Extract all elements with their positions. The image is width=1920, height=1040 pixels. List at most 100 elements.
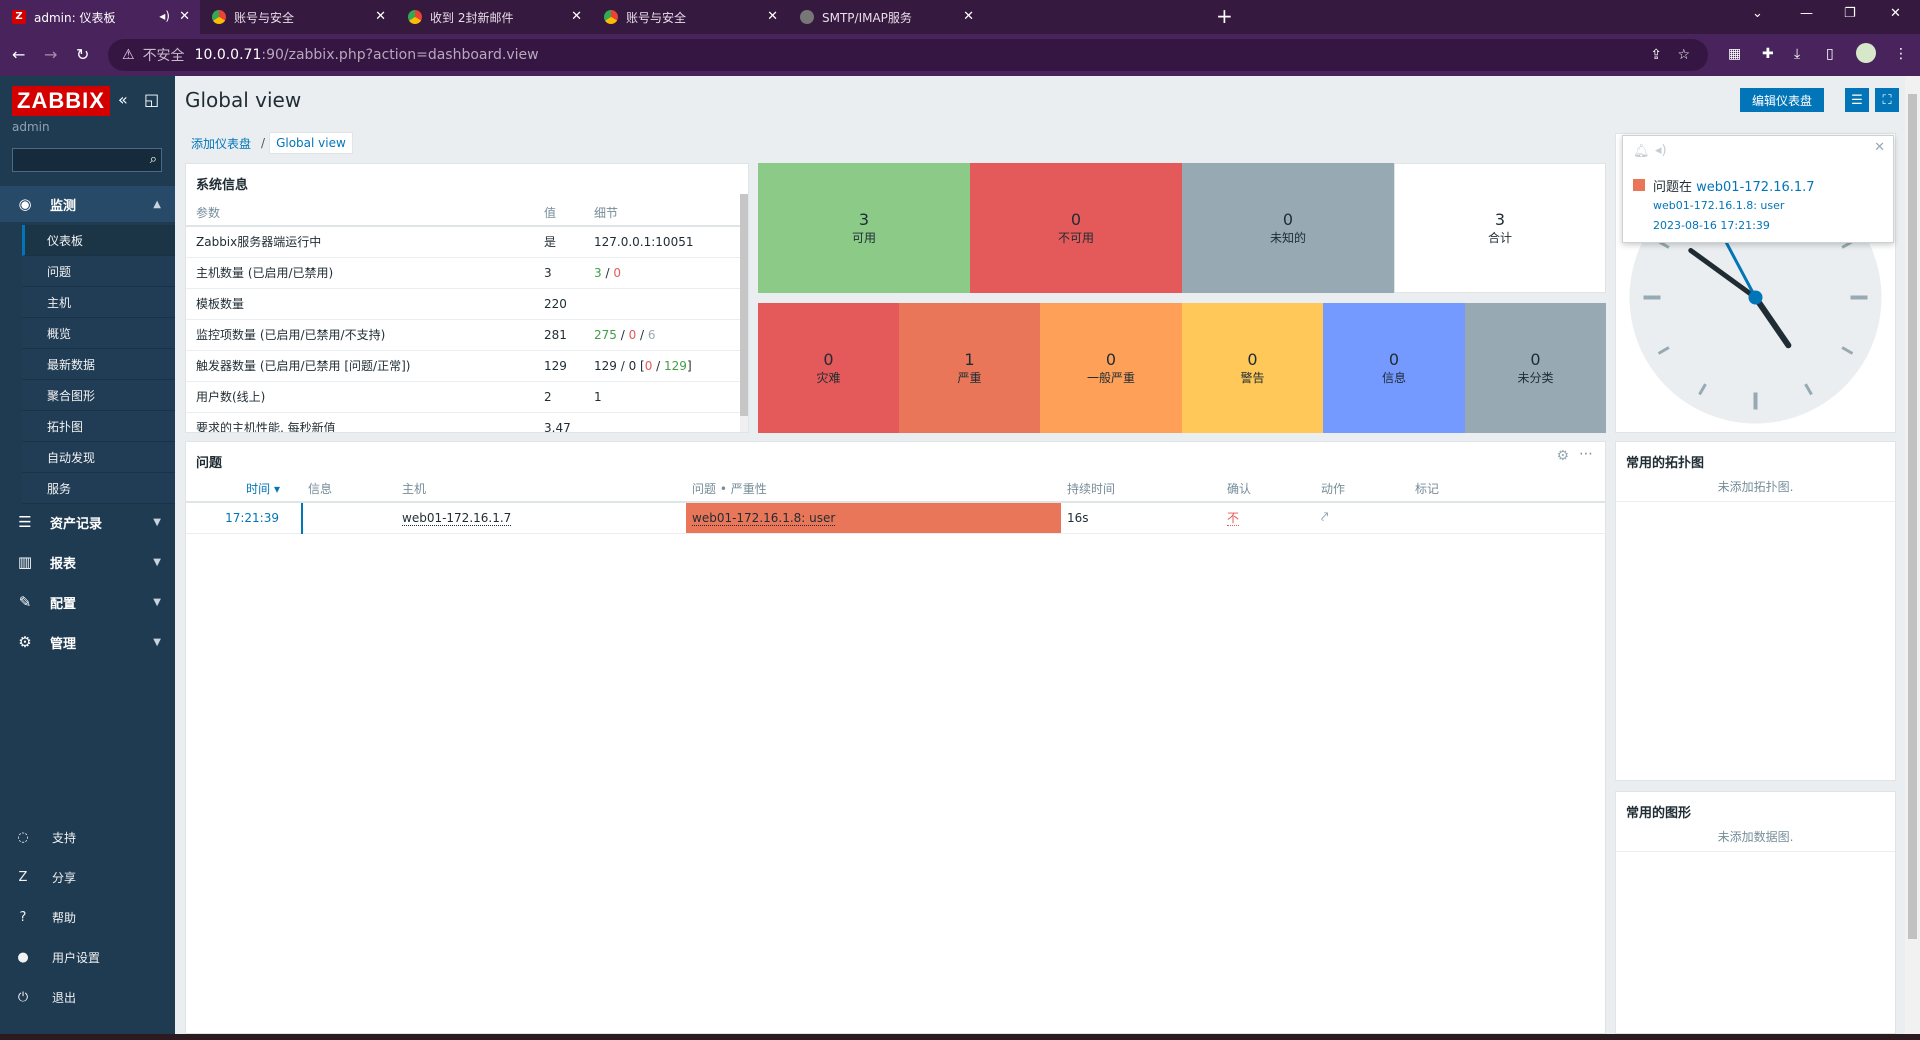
sidebar-item-problems[interactable]: 问题: [22, 256, 175, 287]
question-icon: ?: [19, 909, 27, 925]
param-cell: 要求的主机性能, 每秒新值: [186, 412, 534, 432]
search-icon[interactable]: ⌕: [150, 152, 157, 167]
gear-icon: ⚙: [18, 633, 32, 651]
close-icon[interactable]: ✕: [571, 9, 582, 24]
sidebar-share[interactable]: Z 分享: [0, 860, 175, 894]
param-cell: 主机数量 (已启用/已禁用): [186, 257, 534, 289]
menu-configuration[interactable]: ✎ 配置 ▼: [0, 584, 175, 620]
window-close-icon[interactable]: ✕: [1890, 6, 1901, 21]
ack-link[interactable]: 不: [1227, 511, 1240, 527]
share-page-icon[interactable]: ⇪: [1650, 47, 1662, 63]
reload-icon[interactable]: ↻: [76, 45, 89, 64]
browser-tab[interactable]: SMTP/IMAP服务 ✕: [788, 0, 984, 34]
profile-avatar[interactable]: [1856, 43, 1876, 63]
availability-tile-unavailable[interactable]: 0 不可用: [970, 163, 1182, 293]
detail-cell: 129 / 0 [0 / 129]: [584, 350, 746, 382]
sidebar-item-latest-data[interactable]: 最新数据: [22, 349, 175, 380]
kiosk-icon[interactable]: ◱: [144, 90, 159, 109]
ok-count: 129: [664, 358, 687, 373]
sidebar-support[interactable]: ◌ 支持: [0, 820, 175, 854]
widget-scrollbar-thumb[interactable]: [740, 194, 748, 416]
menu-list-icon[interactable]: ☰: [1845, 88, 1869, 112]
gear-icon[interactable]: ⚙: [1556, 448, 1569, 464]
sidebar-item-maps[interactable]: 拓扑图: [22, 411, 175, 442]
tile-count: 0: [823, 349, 834, 369]
breadcrumb-current[interactable]: Global view: [269, 132, 353, 154]
browser-tab[interactable]: 账号与安全 ✕: [200, 0, 396, 34]
problem-link[interactable]: web01-172.16.1.8: user: [692, 510, 836, 526]
menu-monitoring[interactable]: ◉ 监测 ▲: [0, 186, 175, 222]
collapse-sidebar-icon[interactable]: «: [118, 90, 128, 109]
page-scrollbar-thumb[interactable]: [1908, 94, 1917, 939]
table-row: 模板数量 220: [186, 288, 746, 320]
menu-administration[interactable]: ⚙ 管理 ▼: [0, 624, 175, 660]
url-host: 10.0.0.71: [194, 47, 262, 63]
speaker-icon[interactable]: ◂): [159, 9, 170, 23]
tile-label: 警告: [1240, 370, 1265, 385]
url-field[interactable]: ⚠ 不安全 10.0.0.71 :90/zabbix.php?action=da…: [108, 39, 1708, 71]
tab-search-icon[interactable]: ⌄: [1752, 6, 1763, 21]
extension-icon[interactable]: ▦: [1728, 46, 1741, 62]
back-icon[interactable]: ←: [12, 45, 25, 64]
host-link[interactable]: web01-172.16.1.7: [402, 510, 512, 526]
problem-cell: web01-172.16.1.8: user: [686, 502, 1061, 534]
close-icon[interactable]: ✕: [375, 9, 386, 24]
minimize-icon[interactable]: —: [1800, 6, 1813, 21]
download-icon[interactable]: ⤓: [1794, 46, 1800, 62]
more-menu-icon[interactable]: ⋮: [1894, 46, 1908, 62]
sidebar-item-overview[interactable]: 概览: [22, 318, 175, 349]
menu-inventory[interactable]: ☰ 资产记录 ▼: [0, 504, 175, 540]
severity-tile-information[interactable]: 0 信息: [1323, 303, 1465, 433]
sidebar-sign-out[interactable]: ⏻ 退出: [0, 980, 175, 1014]
browser-tab[interactable]: 收到 2封新邮件 ✕: [396, 0, 592, 34]
severity-tile-disaster[interactable]: 0 灾难: [758, 303, 899, 433]
table-row: 触发器数量 (已启用/已禁用 [问题/正常]) 129 129 / 0 [0 /…: [186, 350, 746, 382]
menu-reports[interactable]: ▥ 报表 ▼: [0, 544, 175, 580]
zabbix-logo[interactable]: ZABBIX: [12, 86, 110, 116]
sidebar-item-services[interactable]: 服务: [22, 473, 175, 504]
new-tab-icon[interactable]: +: [1216, 4, 1233, 28]
severity-tile-not-classified[interactable]: 0 未分类: [1465, 303, 1606, 433]
forward-icon[interactable]: →: [44, 45, 57, 64]
severity-tile-average[interactable]: 0 一般严重: [1040, 303, 1182, 433]
availability-tile-available[interactable]: 3 可用: [758, 163, 970, 293]
sidebar-item-hosts[interactable]: 主机: [22, 287, 175, 318]
close-icon[interactable]: ✕: [179, 9, 190, 24]
sound-icon[interactable]: ◂): [1655, 143, 1667, 158]
availability-tile-total[interactable]: 3 合计: [1394, 163, 1606, 293]
sidebar-item-screens[interactable]: 聚合图形: [22, 380, 175, 411]
close-icon[interactable]: ✕: [767, 9, 778, 24]
edit-dashboard-button[interactable]: 编辑仪表盘: [1740, 88, 1825, 112]
close-icon[interactable]: ✕: [963, 9, 974, 24]
sidebar-search-input[interactable]: ⌕: [12, 148, 162, 172]
notification-host-link[interactable]: web01-172.16.1.7: [1696, 180, 1814, 195]
column-header-time[interactable]: 时间 ▾: [186, 476, 302, 503]
availability-tile-unknown[interactable]: 0 未知的: [1182, 163, 1394, 293]
fullscreen-icon[interactable]: ⛶: [1875, 88, 1899, 112]
problem-time-link[interactable]: 17:21:39: [186, 502, 303, 534]
severity-tile-warning[interactable]: 0 警告: [1182, 303, 1323, 433]
bell-icon[interactable]: 🔔︎: [1633, 144, 1650, 159]
notification-time-link[interactable]: 2023-08-16 17:21:39: [1653, 219, 1770, 232]
browser-tab[interactable]: Z admin: 仪表板 ◂) ✕: [0, 0, 200, 34]
sidebar-help[interactable]: ? 帮助: [0, 900, 175, 934]
page-scrollbar[interactable]: [1905, 76, 1920, 1040]
eye-icon: ◉: [18, 195, 32, 213]
restore-icon[interactable]: ❐: [1844, 6, 1856, 21]
sidebar-item-discovery[interactable]: 自动发现: [22, 442, 175, 473]
bookmark-star-icon[interactable]: ☆: [1677, 47, 1690, 63]
actions-icon[interactable]: ⤤: [1321, 510, 1328, 525]
sidebar-item-dashboard[interactable]: 仪表板: [22, 225, 175, 256]
unsupported-count: 6: [647, 327, 656, 342]
menu-label: 管理: [50, 636, 77, 652]
sidepanel-icon[interactable]: ▯: [1826, 46, 1834, 62]
browser-tab[interactable]: 账号与安全 ✕: [592, 0, 788, 34]
close-icon[interactable]: ✕: [1874, 140, 1885, 155]
puzzle-icon[interactable]: ✚: [1762, 46, 1774, 62]
notification-problem-link[interactable]: web01-172.16.1.8: user: [1653, 199, 1784, 212]
more-options-icon[interactable]: ⋯: [1579, 446, 1593, 462]
page-title: Global view: [185, 88, 302, 112]
sidebar-user-settings[interactable]: ● 用户设置: [0, 940, 175, 974]
breadcrumb-parent[interactable]: 添加仪表盘: [185, 135, 257, 152]
severity-tile-high[interactable]: 1 严重: [899, 303, 1040, 433]
